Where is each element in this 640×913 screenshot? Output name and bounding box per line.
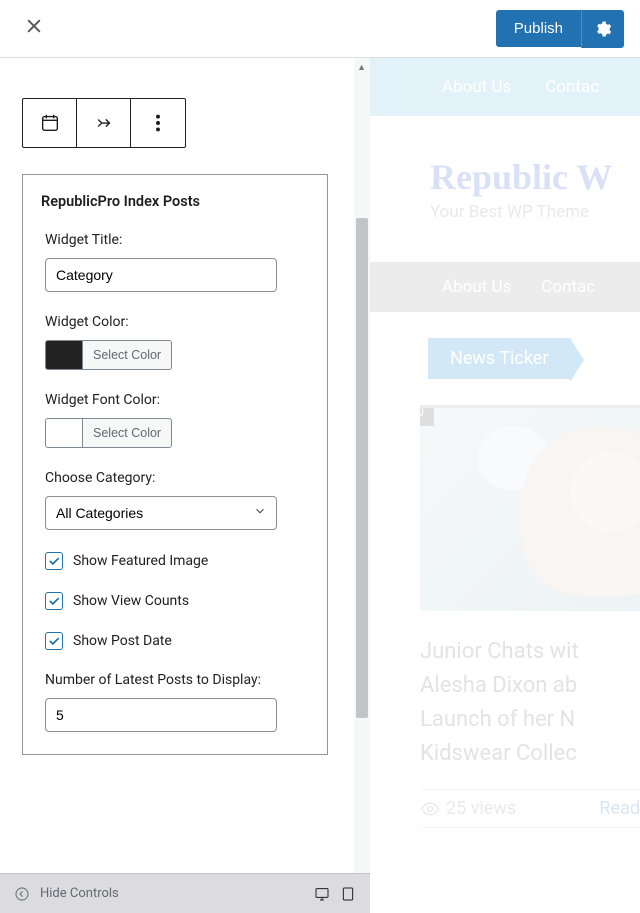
check-icon [47,554,61,568]
show-featured-image-checkbox[interactable] [45,552,63,570]
widget-title-label: Widget Title: [45,232,309,248]
site-preview: About Us Contac Republic W Your Best WP … [370,58,640,913]
news-ticker-label: News Ticker [428,338,570,379]
preview-top-nav: About Us Contac [370,58,640,116]
post-featured-image[interactable]: 0 [420,405,640,611]
show-view-counts-checkbox[interactable] [45,592,63,610]
publish-settings-button[interactable] [581,10,624,48]
num-posts-input[interactable] [45,698,277,732]
show-post-date-label: Show Post Date [73,633,172,649]
preview-header: Republic W Your Best WP Theme [370,116,640,262]
site-tagline: Your Best WP Theme [430,202,640,222]
post-title[interactable]: Junior Chats wit Alesha Dixon ab Launch … [420,635,640,771]
widget-color-picker: Select Color [45,340,309,370]
close-icon[interactable] [16,8,52,50]
show-featured-image-label: Show Featured Image [73,553,208,569]
read-more-link[interactable]: Read [599,798,640,819]
post-meta: 25 views Read [420,789,640,828]
scroll-up-arrow-icon[interactable]: ▲ [357,62,366,73]
post-views: 25 views [420,798,516,819]
widget-color-label: Widget Color: [45,314,309,330]
nav-item-about[interactable]: About Us [442,77,511,97]
gear-icon [594,20,612,38]
check-icon [47,634,61,648]
publish-button[interactable]: Publish [496,10,581,47]
choose-category-select[interactable]: All Categories [45,496,277,530]
num-posts-label: Number of Latest Posts to Display: [45,672,309,688]
drag-icon [93,112,115,134]
widget-color-swatch[interactable] [45,340,83,370]
device-tablet-icon[interactable] [340,886,356,902]
post-views-count: 25 views [446,798,516,819]
show-post-date-checkbox[interactable] [45,632,63,650]
calendar-widget-icon [39,112,61,134]
post-card: 0 Junior Chats wit Alesha Dixon ab Launc… [420,405,640,828]
widget-settings-card: RepublicPro Index Posts Widget Title: Wi… [22,174,328,755]
block-options-button[interactable] [131,99,185,147]
select-font-color-button[interactable]: Select Color [83,418,172,448]
block-move-button[interactable] [77,99,131,147]
preview-main-nav: About Us Contac [370,262,640,312]
more-vertical-icon [147,112,169,134]
customizer-top-bar: Publish [0,0,640,58]
widget-heading: RepublicPro Index Posts [41,193,309,210]
post-comment-badge: 0 [420,405,434,426]
select-color-button[interactable]: Select Color [83,340,172,370]
block-type-button[interactable] [23,99,77,147]
nav-item-contact[interactable]: Contac [545,77,599,97]
scrollbar-thumb[interactable] [356,218,368,718]
sidebar-scrollbar[interactable]: ▲ [354,58,370,913]
choose-category-label: Choose Category: [45,470,309,486]
eye-icon [420,799,440,819]
nav2-item-about[interactable]: About Us [442,277,511,297]
widget-title-input[interactable] [45,258,277,292]
publish-group: Publish [496,10,624,48]
customizer-sidebar: ▲ RepublicPro Index Posts Widget Title: … [0,58,370,913]
site-title[interactable]: Republic W [430,156,640,198]
hide-controls-link[interactable]: Hide Controls [40,886,119,901]
widget-font-color-label: Widget Font Color: [45,392,309,408]
widget-font-color-swatch[interactable] [45,418,83,448]
nav2-item-contact[interactable]: Contac [541,277,595,297]
device-desktop-icon[interactable] [314,886,330,902]
customizer-bottom-bar: Hide Controls [0,873,370,913]
check-icon [47,594,61,608]
block-toolbar [22,98,186,148]
widget-font-color-picker: Select Color [45,418,309,448]
collapse-icon[interactable] [14,886,30,902]
show-view-counts-label: Show View Counts [73,593,189,609]
